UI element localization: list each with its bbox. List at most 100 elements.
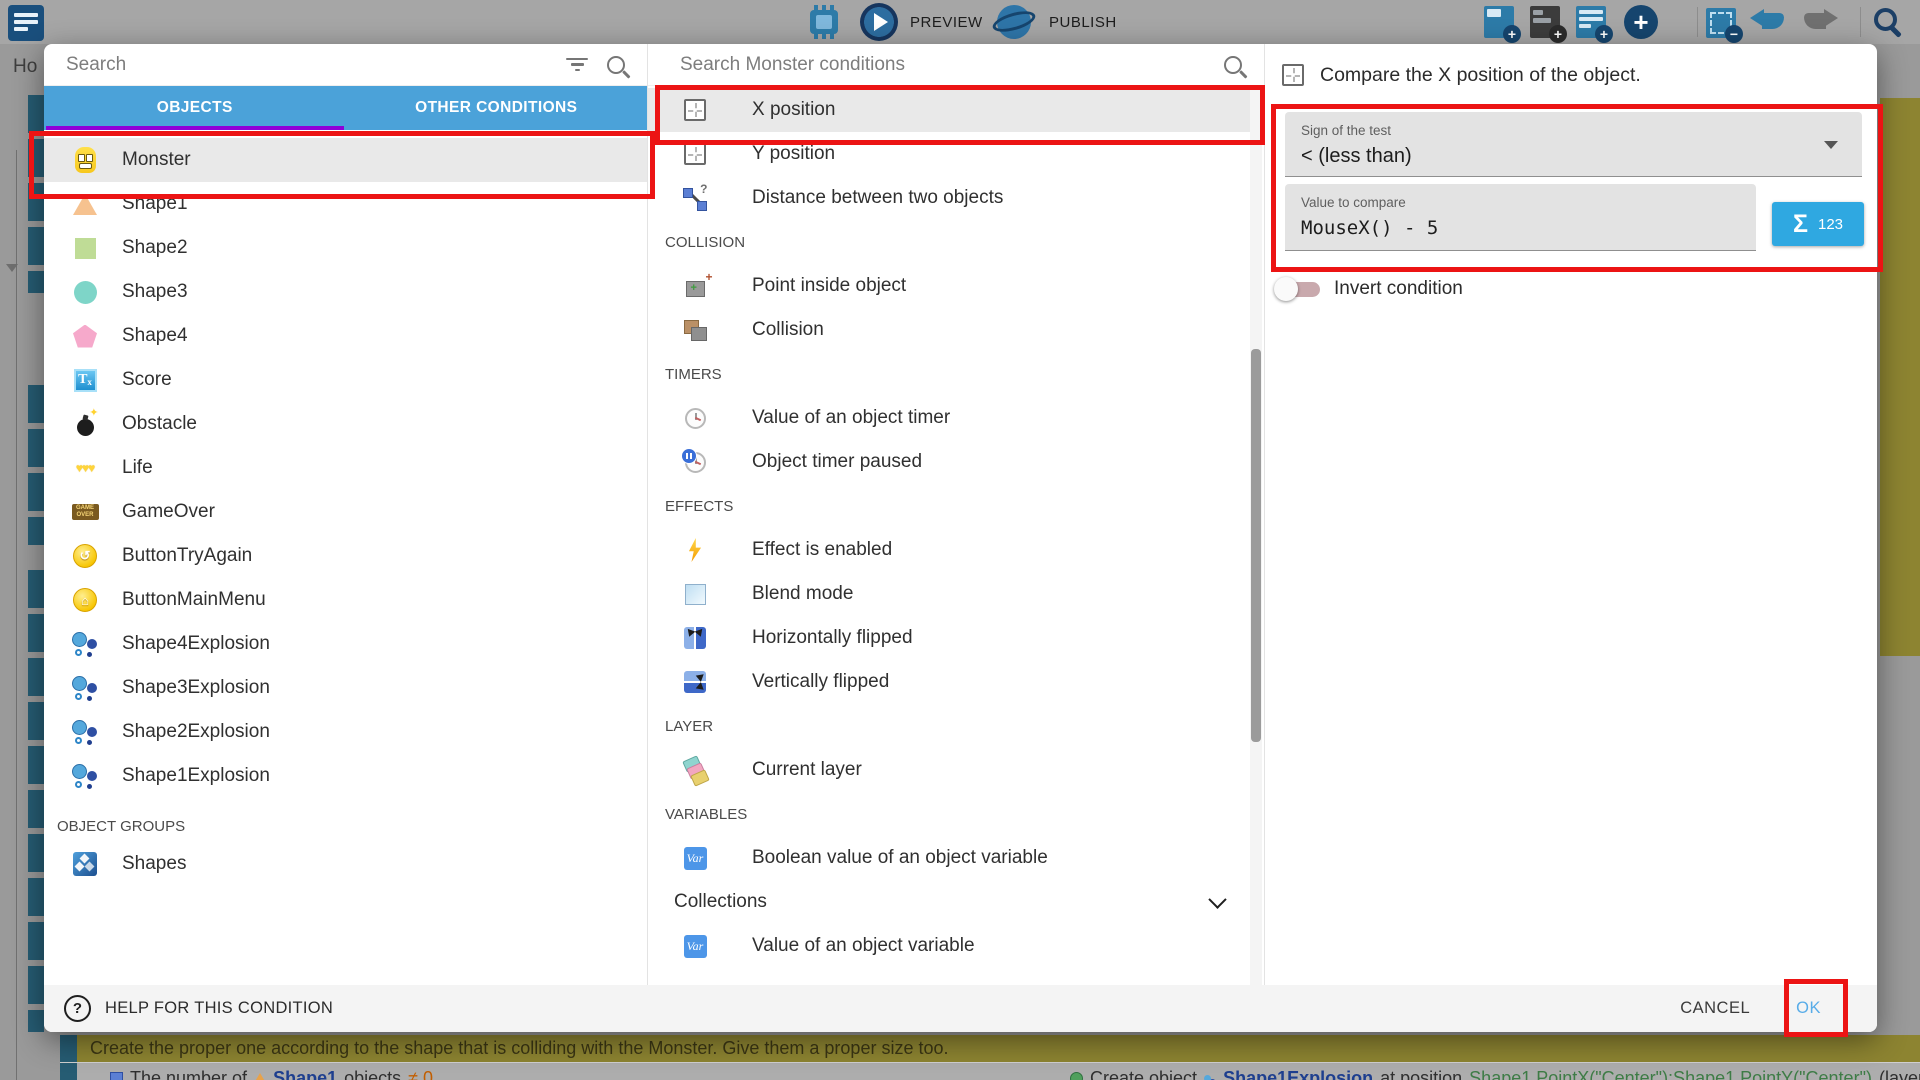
timer-paused-icon bbox=[680, 447, 710, 477]
object-row-buttontryagain[interactable]: ↺ ButtonTryAgain bbox=[44, 534, 647, 578]
object-row-gameover[interactable]: GAMEOVER GameOver bbox=[44, 490, 647, 534]
condition-row-boolean-value-of-an-object-variable[interactable]: VarBoolean value of an object variable bbox=[648, 836, 1264, 880]
triangle-icon bbox=[70, 189, 100, 219]
redo-icon[interactable] bbox=[1800, 9, 1838, 35]
toolbar-separator bbox=[1860, 7, 1861, 37]
object-row-obstacle[interactable]: Obstacle bbox=[44, 402, 647, 446]
backdrop-event-row: The number of Shape1 objects ≠ 0 Create … bbox=[60, 1062, 1920, 1080]
add-new-event-icon[interactable]: + bbox=[1624, 5, 1658, 39]
object-row-shape1[interactable]: Shape1 bbox=[44, 182, 647, 226]
text-icon: Tx bbox=[70, 365, 100, 395]
object-row-shape4explosion[interactable]: Shape4Explosion bbox=[44, 622, 647, 666]
object-row-shape2explosion[interactable]: Shape2Explosion bbox=[44, 710, 647, 754]
object-row-shape1explosion[interactable]: Shape1Explosion bbox=[44, 754, 647, 798]
search-icon[interactable] bbox=[607, 56, 625, 74]
condition-row-value-of-an-object-variable[interactable]: VarValue of an object variable bbox=[648, 924, 1264, 968]
condition-row-x-position[interactable]: X position bbox=[648, 88, 1264, 132]
value-to-compare-input[interactable]: Value to compare MouseX() - 5 bbox=[1285, 184, 1756, 251]
layer-icon bbox=[680, 755, 710, 785]
add-subevent-icon[interactable]: + bbox=[1576, 6, 1606, 38]
condition-row-distance-between-two-objects[interactable]: ?Distance between two objects bbox=[648, 176, 1264, 220]
choose-condition-dialog: OBJECTS OTHER CONDITIONS Monster Shape1 … bbox=[44, 44, 1877, 1032]
backdrop-comment-row: Create the proper one according to the s… bbox=[60, 1035, 1920, 1062]
publish-button[interactable]: PUBLISH bbox=[1049, 0, 1117, 44]
condition-description: Compare the X position of the object. bbox=[1320, 64, 1641, 87]
action-bullet-icon bbox=[1070, 1072, 1083, 1080]
publish-globe-icon[interactable] bbox=[997, 5, 1031, 39]
condition-row-horizontally-flipped[interactable]: Horizontally flipped bbox=[648, 616, 1264, 660]
event-handle bbox=[60, 1063, 77, 1080]
object-list: Monster Shape1 Shape2 Shape3 Shape4 Tx S… bbox=[44, 130, 647, 886]
condition-row-collision[interactable]: Collision bbox=[648, 308, 1264, 352]
gameover-icon: GAMEOVER bbox=[70, 497, 100, 527]
condition-section-collision: COLLISION bbox=[648, 220, 1264, 264]
help-link[interactable]: HELP FOR THIS CONDITION bbox=[105, 999, 333, 1018]
conditions-search-input[interactable] bbox=[678, 53, 1214, 77]
button-retry-icon: ↺ bbox=[70, 541, 100, 571]
condition-section-timers: TIMERS bbox=[648, 352, 1264, 396]
scrollbar-thumb[interactable] bbox=[1251, 349, 1261, 742]
home-tab[interactable]: Ho bbox=[13, 56, 37, 78]
ok-button[interactable]: OK bbox=[1796, 999, 1821, 1018]
invert-condition-label: Invert condition bbox=[1334, 278, 1463, 300]
flip-h-icon bbox=[680, 623, 710, 653]
hearts-icon: ♥♥♥ bbox=[70, 453, 100, 483]
tab-other-conditions[interactable]: OTHER CONDITIONS bbox=[346, 86, 648, 130]
top-toolbar: PREVIEW PUBLISH + + + + − bbox=[0, 0, 1920, 44]
add-comment-icon[interactable]: + bbox=[1530, 6, 1560, 38]
var-icon: Var bbox=[680, 931, 710, 961]
condition-bullet-icon bbox=[110, 1072, 123, 1080]
group-row-shapes[interactable]: Shapes bbox=[44, 842, 647, 886]
flip-v-icon bbox=[680, 667, 710, 697]
object-row-shape2[interactable]: Shape2 bbox=[44, 226, 647, 270]
point-inside-icon: ++ bbox=[680, 271, 710, 301]
expression-editor-button[interactable]: Σ 123 bbox=[1772, 202, 1864, 246]
event-tree-line bbox=[16, 150, 17, 1080]
monster-icon bbox=[70, 145, 100, 175]
object-row-shape4[interactable]: Shape4 bbox=[44, 314, 647, 358]
filter-icon[interactable] bbox=[565, 56, 589, 74]
explosion-icon bbox=[70, 761, 100, 791]
project-manager-icon[interactable] bbox=[8, 5, 44, 41]
condition-row-point-inside-object[interactable]: ++Point inside object bbox=[648, 264, 1264, 308]
delete-selection-icon[interactable]: − bbox=[1706, 8, 1736, 38]
sign-of-test-select[interactable]: Sign of the test < (less than) bbox=[1285, 112, 1862, 177]
object-row-buttonmainmenu[interactable]: ⌂ ButtonMainMenu bbox=[44, 578, 647, 622]
add-event-icon[interactable]: + bbox=[1484, 6, 1514, 38]
object-row-shape3[interactable]: Shape3 bbox=[44, 270, 647, 314]
cancel-button[interactable]: CANCEL bbox=[1680, 999, 1750, 1018]
undo-icon[interactable] bbox=[1750, 9, 1788, 35]
explosion-icon bbox=[70, 717, 100, 747]
circle-icon bbox=[70, 277, 100, 307]
condition-section-variables: VARIABLES bbox=[648, 792, 1264, 836]
shape1-mini-icon bbox=[254, 1073, 266, 1080]
condition-row-y-position[interactable]: Y position bbox=[648, 132, 1264, 176]
chevron-down-icon bbox=[1208, 890, 1226, 908]
condition-row-value-of-an-object-timer[interactable]: Value of an object timer bbox=[648, 396, 1264, 440]
object-row-score[interactable]: Tx Score bbox=[44, 358, 647, 402]
condition-row-effect-is-enabled[interactable]: Effect is enabled bbox=[648, 528, 1264, 572]
invert-condition-toggle[interactable] bbox=[1274, 273, 1320, 305]
bolt-icon bbox=[680, 535, 710, 565]
debugger-icon[interactable] bbox=[810, 10, 838, 34]
object-row-life[interactable]: ♥♥♥ Life bbox=[44, 446, 647, 490]
scrollbar[interactable] bbox=[1250, 85, 1262, 985]
tab-objects[interactable]: OBJECTS bbox=[44, 86, 346, 130]
condition-row-object-timer-paused[interactable]: Object timer paused bbox=[648, 440, 1264, 484]
object-row-shape3explosion[interactable]: Shape3Explosion bbox=[44, 666, 647, 710]
condition-row-current-layer[interactable]: Current layer bbox=[648, 748, 1264, 792]
condition-row-vertically-flipped[interactable]: Vertically flipped bbox=[648, 660, 1264, 704]
search-icon[interactable] bbox=[1224, 56, 1242, 74]
preview-button[interactable]: PREVIEW bbox=[910, 0, 983, 44]
toolbar-separator bbox=[1697, 7, 1698, 37]
help-icon[interactable]: ? bbox=[64, 995, 91, 1022]
search-events-icon[interactable] bbox=[1874, 8, 1897, 31]
backdrop-event-blocks bbox=[28, 95, 44, 293]
condition-row-blend-mode[interactable]: Blend mode bbox=[648, 572, 1264, 616]
group-icon bbox=[70, 849, 100, 879]
objects-search-input[interactable] bbox=[64, 53, 555, 77]
preview-play-icon[interactable] bbox=[860, 3, 898, 41]
dialog-footer: ? HELP FOR THIS CONDITION CANCEL OK bbox=[44, 985, 1877, 1032]
condition-row-collections[interactable]: Collections bbox=[648, 880, 1264, 924]
object-row-monster[interactable]: Monster bbox=[44, 138, 647, 182]
